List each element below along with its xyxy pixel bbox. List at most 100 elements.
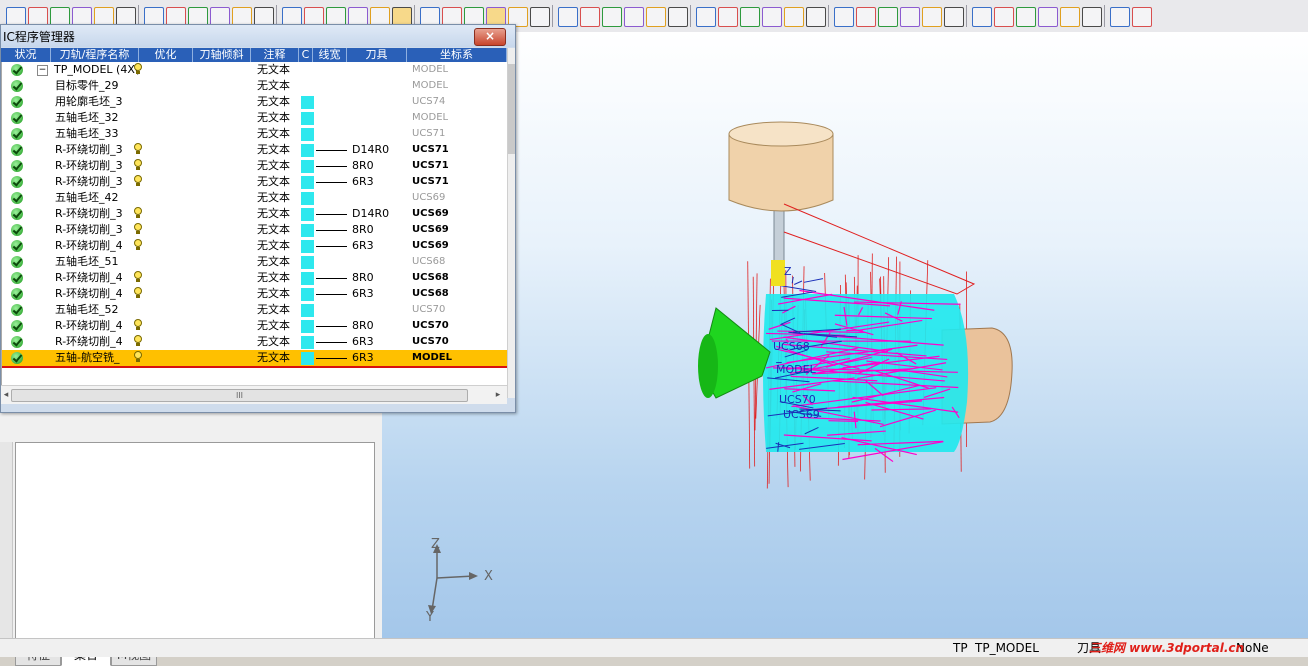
toolbar-tool-icon[interactable]	[740, 7, 760, 27]
graphics-viewport[interactable]: Z UCS68 MODEL UCS70 UCS69 Z X Y	[382, 32, 1308, 638]
program-row[interactable]: 五轴毛坯_32无文本MODEL	[2, 110, 508, 126]
col-tilt[interactable]: 刀轴倾斜	[193, 48, 251, 62]
color-swatch[interactable]	[301, 304, 314, 317]
color-swatch[interactable]	[301, 336, 314, 349]
program-row[interactable]: R-环绕切削_4无文本8R0UCS70	[2, 318, 508, 334]
color-swatch[interactable]	[301, 112, 314, 125]
toolbar-tool-icon[interactable]	[994, 7, 1014, 27]
color-swatch[interactable]	[301, 272, 314, 285]
program-row[interactable]: R-环绕切削_3无文本D14R0UCS71	[2, 142, 508, 158]
toolbar-tool-icon[interactable]	[762, 7, 782, 27]
toolbar-tool-icon[interactable]	[784, 7, 804, 27]
toolbar-tool-icon[interactable]	[602, 7, 622, 27]
toolbar-tool-icon[interactable]	[668, 7, 688, 27]
col-optimize[interactable]: 优化	[139, 48, 193, 62]
color-swatch[interactable]	[301, 352, 314, 365]
status-check-icon	[11, 80, 23, 92]
lightbulb-icon[interactable]	[134, 239, 143, 251]
color-swatch[interactable]	[301, 128, 314, 141]
toolbar-tool-icon[interactable]	[1082, 7, 1102, 27]
lightbulb-icon[interactable]	[134, 175, 143, 187]
toolbar-tool-icon[interactable]	[718, 7, 738, 27]
lightbulb-icon[interactable]	[134, 207, 143, 219]
color-swatch[interactable]	[301, 288, 314, 301]
program-row[interactable]: R-环绕切削_4无文本6R3UCS69	[2, 238, 508, 254]
color-swatch[interactable]	[301, 208, 314, 221]
toolbar-tool-icon[interactable]	[972, 7, 992, 27]
toolbar-tool-icon[interactable]	[878, 7, 898, 27]
lightbulb-icon[interactable]	[134, 271, 143, 283]
program-row[interactable]: 五轴毛坯_33无文本UCS71	[2, 126, 508, 142]
toolbar-tool-icon[interactable]	[1110, 7, 1130, 27]
toolbar-tool-icon[interactable]	[1016, 7, 1036, 27]
vertical-scroll-thumb[interactable]	[508, 64, 515, 154]
color-swatch[interactable]	[301, 176, 314, 189]
program-row[interactable]: −TP_MODEL (4X(无文本MODEL	[2, 62, 508, 78]
program-row[interactable]: 五轴毛坯_51无文本UCS68	[2, 254, 508, 270]
program-row[interactable]: 五轴毛坯_52无文本UCS70	[2, 302, 508, 318]
program-row[interactable]: R-环绕切削_4无文本8R0UCS68	[2, 270, 508, 286]
status-check-icon	[11, 352, 23, 364]
toolbar-tool-icon[interactable]	[624, 7, 644, 27]
program-row[interactable]: 目标零件_29无文本MODEL	[2, 78, 508, 94]
toolbar-tool-icon[interactable]	[1060, 7, 1080, 27]
lightbulb-icon[interactable]	[134, 335, 143, 347]
model-tree-area[interactable]	[15, 442, 375, 644]
lightbulb-icon[interactable]	[134, 223, 143, 235]
horizontal-scrollbar[interactable]: ◂ III ▸	[1, 385, 507, 404]
vertical-scrollbar[interactable]	[507, 48, 515, 398]
program-row[interactable]: R-环绕切削_3无文本8R0UCS69	[2, 222, 508, 238]
color-swatch[interactable]	[301, 320, 314, 333]
program-row[interactable]: R-环绕切削_4无文本6R3UCS68	[2, 286, 508, 302]
program-row[interactable]: 五轴毛坯_42无文本UCS69	[2, 190, 508, 206]
close-button[interactable]: ×	[474, 28, 506, 46]
col-linewidth[interactable]: 线宽	[313, 48, 347, 62]
color-swatch[interactable]	[301, 160, 314, 173]
lightbulb-icon[interactable]	[134, 143, 143, 155]
scroll-right-icon[interactable]: ▸	[493, 389, 503, 401]
toolbar-tool-icon[interactable]	[922, 7, 942, 27]
color-swatch[interactable]	[301, 240, 314, 253]
program-row[interactable]: R-环绕切削_3无文本D14R0UCS69	[2, 206, 508, 222]
color-swatch[interactable]	[301, 192, 314, 205]
program-row[interactable]: 用轮廓毛坯_3无文本UCS74	[2, 94, 508, 110]
toolbar-tool-icon[interactable]	[900, 7, 920, 27]
lightbulb-icon[interactable]	[134, 159, 143, 171]
color-swatch[interactable]	[301, 144, 314, 157]
program-row[interactable]: R-环绕切削_3无文本8R0UCS71	[2, 158, 508, 174]
toolbar-tool-icon[interactable]	[856, 7, 876, 27]
program-row[interactable]: 五轴-航空铣_无文本6R3MODEL	[2, 350, 508, 368]
toolbar-tool-icon[interactable]	[558, 7, 578, 27]
dialog-titlebar[interactable]: IC程序管理器 ×	[1, 25, 515, 47]
col-tool[interactable]: 刀具	[347, 48, 407, 62]
lightbulb-icon[interactable]	[134, 287, 143, 299]
program-row[interactable]: R-环绕切削_4无文本6R3UCS70	[2, 334, 508, 350]
toolbar-tool-icon[interactable]	[646, 7, 666, 27]
lightbulb-icon[interactable]	[134, 351, 143, 363]
toolbar-tool-icon[interactable]	[944, 7, 964, 27]
col-note[interactable]: 注释	[251, 48, 299, 62]
col-color[interactable]: C	[299, 48, 313, 62]
toolbar-tool-icon[interactable]	[834, 7, 854, 27]
color-swatch[interactable]	[301, 96, 314, 109]
lightbulb-icon[interactable]	[134, 319, 143, 331]
color-swatch[interactable]	[301, 256, 314, 269]
program-row[interactable]: R-环绕切削_3无文本6R3UCS71	[2, 174, 508, 190]
toolbar-tool-icon[interactable]	[580, 7, 600, 27]
col-name[interactable]: 刀轨/程序名称	[51, 48, 139, 62]
scroll-left-icon[interactable]: ◂	[1, 389, 11, 401]
lightbulb-icon[interactable]	[134, 63, 143, 75]
toolbar-tool-icon[interactable]	[530, 7, 550, 27]
program-tool: D14R0	[352, 142, 389, 158]
horizontal-scroll-thumb[interactable]: III	[11, 389, 468, 402]
toolbar-separator	[552, 5, 553, 27]
toolbar-tool-icon[interactable]	[1132, 7, 1152, 27]
toolbar-tool-icon[interactable]	[1038, 7, 1058, 27]
col-status[interactable]: 状况	[1, 48, 51, 62]
tree-expander-icon[interactable]: −	[37, 65, 48, 76]
col-coord-system[interactable]: 坐标系	[407, 48, 507, 62]
color-swatch[interactable]	[301, 224, 314, 237]
toolbar-tool-icon[interactable]	[806, 7, 826, 27]
toolbar-tool-icon[interactable]	[696, 7, 716, 27]
status-check-icon	[11, 96, 23, 108]
